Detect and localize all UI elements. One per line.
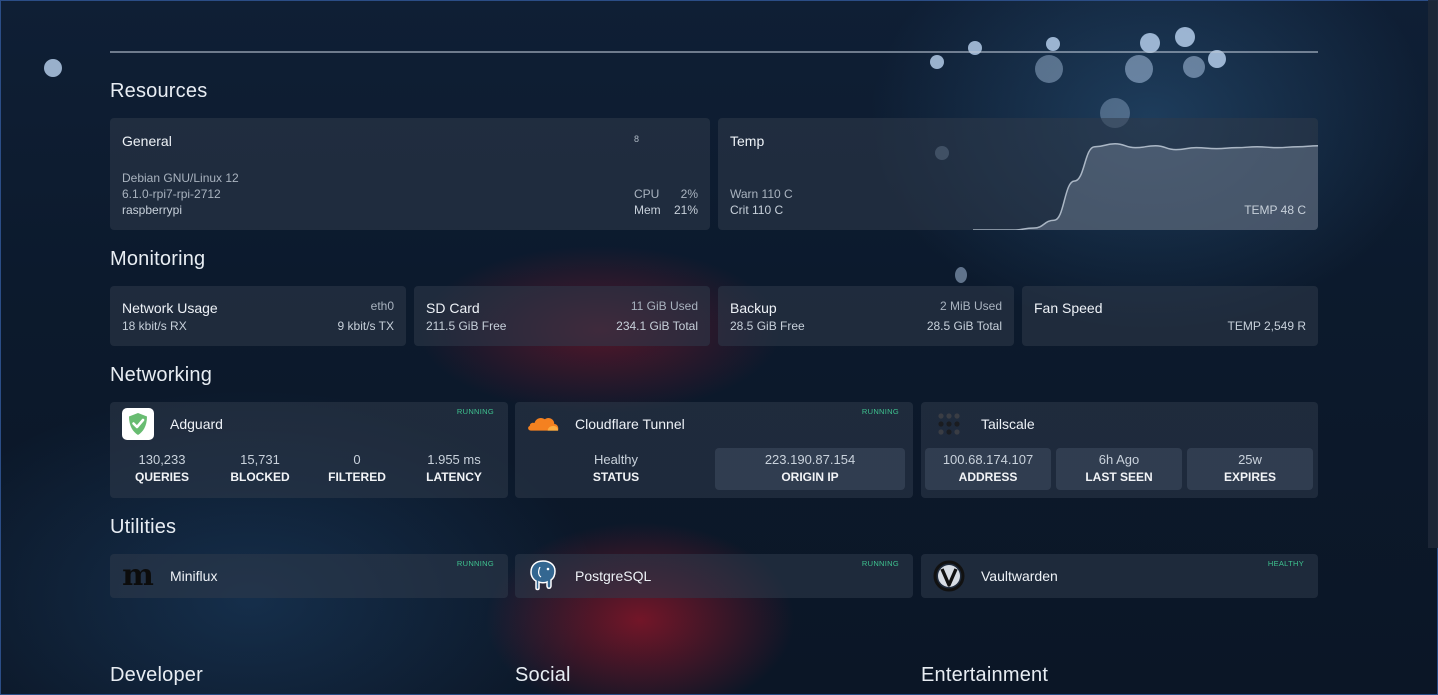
status-badge: RUNNING: [861, 407, 899, 416]
service-name: PostgreSQL: [575, 568, 652, 584]
monitor-title: Backup: [730, 300, 777, 316]
adguard-shield-icon: [122, 408, 154, 440]
cpu-value: 2%: [680, 187, 698, 201]
temp-current: TEMP 48 C: [1244, 203, 1306, 217]
top-divider: [110, 51, 1318, 53]
service-vaultwarden[interactable]: Vaultwarden HEALTHY: [921, 554, 1318, 598]
vaultwarden-v-icon: [933, 560, 965, 592]
monitor-title: Fan Speed: [1034, 300, 1103, 316]
cpu-label: CPU: [634, 187, 660, 201]
monitor-sd-card[interactable]: SD Card 11 GiB Used 211.5 GiB Free 234.1…: [414, 286, 710, 346]
general-widget[interactable]: General 8 Debian GNU/Linux 12 6.1.0-rpi7…: [110, 118, 710, 230]
mem-label: Mem: [634, 203, 661, 217]
hostname: raspberrypi: [122, 203, 183, 217]
status-badge: RUNNING: [861, 559, 899, 568]
section-title-utilities: Utilities: [110, 516, 177, 538]
section-title-entertainment: Entertainment: [921, 664, 1049, 686]
section-title-developer: Developer: [110, 664, 203, 686]
temp-sparkline: [973, 143, 1318, 230]
section-title-networking: Networking: [110, 364, 213, 386]
section-title-monitoring: Monitoring: [110, 248, 206, 270]
os-name: Debian GNU/Linux 12: [122, 171, 239, 185]
status-badge: RUNNING: [456, 559, 494, 568]
mem-value: 21%: [673, 203, 698, 217]
stat-queries: 130,233 QUERIES: [134, 452, 189, 484]
stat-address: 100.68.174.107 ADDRESS: [925, 448, 1051, 490]
temp-warn: Warn 110 C: [730, 187, 793, 201]
service-postgresql[interactable]: PostgreSQL RUNNING: [515, 554, 913, 598]
temp-widget[interactable]: Temp Warn 110 C Crit 110 C TEMP 48 C: [718, 118, 1318, 230]
scrollbar[interactable]: [1428, 0, 1438, 548]
section-title-social: Social: [515, 664, 571, 686]
general-title: General: [122, 133, 172, 149]
monitor-used: 11 GiB Used: [630, 299, 698, 313]
service-name: Tailscale: [981, 416, 1035, 432]
monitor-free: 28.5 GiB Free: [730, 319, 805, 333]
service-name: Cloudflare Tunnel: [575, 416, 685, 432]
monitor-total: 234.1 GiB Total: [616, 319, 698, 333]
monitor-rx: 18 kbit/s RX: [122, 319, 187, 333]
monitor-total: 28.5 GiB Total: [926, 319, 1002, 333]
monitor-tx: 9 kbit/s TX: [337, 319, 394, 333]
monitor-fan-speed[interactable]: Fan Speed TEMP 2,549 R: [1022, 286, 1318, 346]
stat-last-seen: 6h Ago LAST SEEN: [1056, 448, 1182, 490]
monitor-title: Network Usage: [122, 300, 218, 316]
service-adguard[interactable]: Adguard RUNNING 130,233 QUERIES 15,731 BLO…: [110, 402, 508, 498]
status-badge: RUNNING: [456, 407, 494, 416]
stat-filtered: 0 FILTERED: [328, 452, 386, 484]
section-title-resources: Resources: [110, 80, 208, 102]
monitor-interface: eth0: [370, 299, 394, 313]
monitor-network-usage[interactable]: Network Usage eth0 18 kbit/s RX 9 kbit/s…: [110, 286, 406, 346]
temp-crit: Crit 110 C: [730, 203, 784, 217]
postgresql-elephant-icon: [527, 559, 559, 591]
cloudflare-cloud-icon: [527, 408, 559, 440]
status-badge: HEALTHY: [1267, 559, 1304, 568]
service-name: Miniflux: [170, 568, 218, 584]
tailscale-dots-icon: [933, 408, 965, 440]
general-count: 8: [634, 134, 640, 144]
monitor-used: 2 MiB Used: [939, 299, 1002, 313]
service-tailscale[interactable]: Tailscale 100.68.174.107 ADDRESS 6h Ago LA…: [921, 402, 1318, 498]
monitor-fan-value: TEMP 2,549 R: [1227, 319, 1306, 333]
stat-origin-ip: 223.190.87.154 ORIGIN IP: [715, 448, 905, 490]
stat-blocked: 15,731 BLOCKED: [230, 452, 290, 484]
miniflux-m-icon: m: [122, 558, 154, 593]
service-name: Vaultwarden: [981, 568, 1058, 584]
monitor-free: 211.5 GiB Free: [426, 319, 507, 333]
monitor-title: SD Card: [426, 300, 480, 316]
stat-latency: 1.955 ms LATENCY: [426, 452, 482, 484]
stat-status: Healthy STATUS: [592, 452, 640, 484]
temp-title: Temp: [730, 133, 765, 149]
kernel-version: 6.1.0-rpi7-rpi-2712: [122, 187, 221, 201]
service-name: Adguard: [170, 416, 223, 432]
monitor-backup[interactable]: Backup 2 MiB Used 28.5 GiB Free 28.5 GiB…: [718, 286, 1014, 346]
stat-expires: 25w EXPIRES: [1187, 448, 1313, 490]
service-cloudflare-tunnel[interactable]: Cloudflare Tunnel RUNNING Healthy STATUS …: [515, 402, 913, 498]
service-miniflux[interactable]: m Miniflux RUNNING: [110, 554, 508, 598]
